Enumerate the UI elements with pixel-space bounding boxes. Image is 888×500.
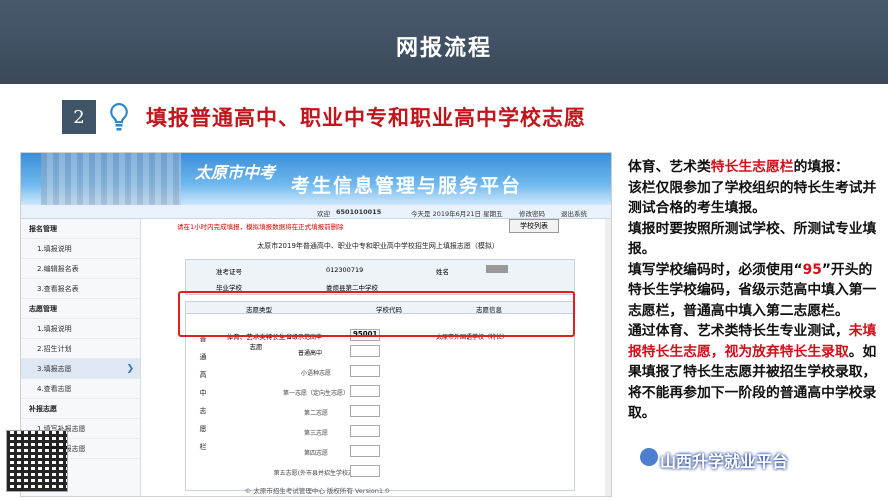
row-input-5[interactable] xyxy=(350,465,380,477)
row-input-1[interactable] xyxy=(350,385,380,397)
user-bar: 欢迎 6501010015 今天是 2019年6月21日 星期五 修改密码 退出… xyxy=(21,205,611,219)
logout-link[interactable]: 退出系统 xyxy=(561,208,587,218)
desc-para-2: 该栏仅限参加了学校组织的特长生考试并测试合格的考生填报。 xyxy=(628,179,877,217)
name-redacted xyxy=(486,265,508,273)
desc-para-1: 体育、艺术类特长生志愿栏的填报： xyxy=(628,159,849,175)
row-input-3[interactable] xyxy=(350,425,380,437)
highlight-box xyxy=(178,291,575,337)
exam-id-label: 准考证号 xyxy=(216,268,242,276)
main-content: 请在1小时内完成填报，模拟填报数据将在正式填报前删除 学校列表 太原市2019年… xyxy=(145,219,611,496)
name-label: 姓名 xyxy=(436,268,449,276)
step-number: 2 xyxy=(62,100,96,134)
sidebar-group-volunteer: 志愿管理 xyxy=(21,299,140,319)
desc-para-4: 填写学校编码时，必须使用“95”开头的特长生学校编码，省级示范高中填入第一志愿栏… xyxy=(628,261,877,319)
sidebar-group-supplement: 补报志愿 xyxy=(21,399,140,419)
step-header: 2 填报普通高中、职业中专和职业高中学校志愿 xyxy=(62,100,586,134)
date-text: 今天是 2019年6月21日 星期五 xyxy=(411,210,503,218)
sidebar-item-edit-form[interactable]: 2.编辑报名表 xyxy=(21,259,140,279)
special-sub2: 普通高中 xyxy=(298,350,323,357)
form-title: 太原市2019年普通高中、职业中专和职业高中学校招生网上填报志愿（模拟） xyxy=(257,242,499,250)
school-list-button[interactable]: 学校列表 xyxy=(509,219,559,233)
sidebar-item-fill-volunteer[interactable]: 3.填报志愿 ❯ xyxy=(21,359,140,379)
footer-note: © 太原市招生考试管理中心 版权所有 Version1.0 xyxy=(244,487,390,495)
step-title: 填报普通高中、职业中专和职业高中学校志愿 xyxy=(146,106,586,130)
row-input-4[interactable] xyxy=(350,445,380,457)
row-input-2[interactable] xyxy=(350,405,380,417)
platform-title: 考生信息管理与服务平台 xyxy=(291,175,523,197)
sidebar-item-instructions[interactable]: 1.填报说明 xyxy=(21,239,140,259)
platform-header: 太原市中考 考生信息管理与服务平台 xyxy=(21,153,611,205)
brand-icon xyxy=(640,448,658,466)
keyboard-image xyxy=(41,153,181,205)
special-code-input-2[interactable] xyxy=(350,345,380,357)
lightbulb-icon xyxy=(104,100,134,134)
change-password-link[interactable]: 修改密码 xyxy=(519,208,545,218)
qr-code xyxy=(6,430,68,492)
desc-para-3: 填报时要按照所测试学校、所测试专业填报。 xyxy=(628,220,877,258)
welcome-text: 欢迎 xyxy=(317,210,330,218)
platform-logo: 太原市中考 xyxy=(195,163,276,182)
brand-watermark: 山西升学就业平台 xyxy=(660,452,789,471)
sidebar-item-view-volunteer[interactable]: 4.查看志愿 xyxy=(21,379,140,399)
title-banner: 网报流程 xyxy=(0,0,888,84)
sidebar-item-volunteer-instructions[interactable]: 1.填报说明 xyxy=(21,319,140,339)
sidebar-item-enrollment-plan[interactable]: 2.招生计划 xyxy=(21,339,140,359)
chevron-right-icon: ❯ xyxy=(126,363,134,374)
row-input-0[interactable] xyxy=(350,365,380,377)
notice-text: 请在1小时内完成填报，模拟填报数据将在正式填报前删除 xyxy=(177,223,344,231)
sidebar-item-label: 3.填报志愿 xyxy=(37,364,72,373)
user-id: 6501010015 xyxy=(336,208,382,216)
scrollbar[interactable] xyxy=(605,219,611,496)
student-info: 准考证号 012300719 姓名 毕业学校 娄烦县第二中学校 xyxy=(185,259,575,295)
exam-id-value: 012300719 xyxy=(326,266,364,274)
vertical-label: 普通高中志愿栏 xyxy=(199,335,207,451)
sidebar-group-registration: 报名管理 xyxy=(21,219,140,239)
banner-title: 网报流程 xyxy=(395,36,492,61)
sidebar-item-view-form[interactable]: 3.查看报名表 xyxy=(21,279,140,299)
description-text: 体育、艺术类特长生志愿栏的填报： 该栏仅限参加了学校组织的特长生考试并测试合格的… xyxy=(628,157,878,424)
slide: 网报流程 2 填报普通高中、职业中专和职业高中学校志愿 太原市中考 考生信息管理… xyxy=(0,0,888,500)
platform-screenshot: 太原市中考 考生信息管理与服务平台 欢迎 6501010015 今天是 2019… xyxy=(20,152,612,497)
desc-para-5: 通过体育、艺术类特长生专业测试，未填报特长生志愿，视为放弃特长生录取。如果填报了… xyxy=(628,323,877,421)
